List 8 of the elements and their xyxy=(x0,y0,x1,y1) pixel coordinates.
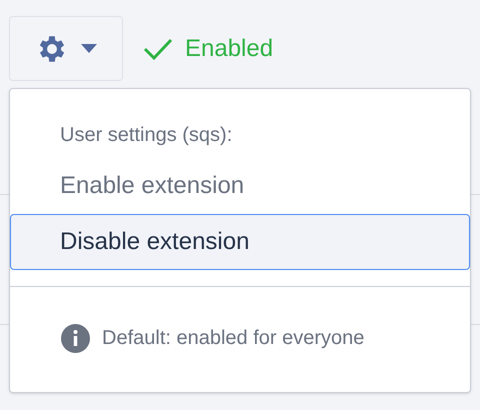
menu-header: User settings (sqs): xyxy=(60,123,232,148)
info-icon xyxy=(61,324,90,352)
checkmark-icon xyxy=(143,36,173,60)
enabled-status: Enabled xyxy=(143,30,274,66)
default-info-text: Default: enabled for everyone xyxy=(102,326,364,351)
settings-dropdown-button[interactable] xyxy=(9,16,123,81)
caret-icon xyxy=(81,44,97,53)
menu-item[interactable]: Disable extension xyxy=(10,214,470,270)
